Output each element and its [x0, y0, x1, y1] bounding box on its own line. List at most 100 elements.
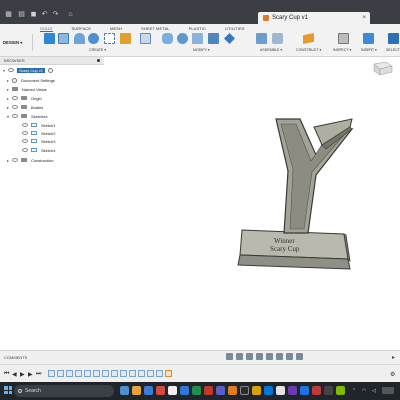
tree-item-sketch2[interactable]: Sketch2 [22, 129, 55, 137]
tab-solid[interactable]: SOLID [40, 24, 53, 32]
close-tab-icon[interactable]: × [362, 15, 366, 21]
assemble-group-label[interactable]: ASSEMBLE ▾ [260, 48, 282, 52]
visibility-icon[interactable] [22, 139, 28, 143]
timeline-first-icon[interactable]: ⏮ [4, 371, 9, 378]
new-component-icon[interactable] [44, 33, 55, 44]
timeline-play-icon[interactable]: ▶ [20, 371, 25, 378]
timeline-marker[interactable] [165, 370, 172, 377]
tree-item-named-views[interactable]: ▸ Named Views [7, 85, 47, 93]
tree-item-sketch4[interactable]: Sketch4 [22, 146, 55, 154]
fillet-icon[interactable] [177, 33, 188, 44]
calculator-icon[interactable] [324, 386, 333, 395]
home-icon[interactable]: ⌂ [66, 11, 75, 19]
modify-group-label[interactable]: MODIFY ▾ [193, 48, 210, 52]
tree-item-bodies[interactable]: ▸ Bodies [7, 103, 43, 111]
select-group-label[interactable]: SELECT [386, 48, 400, 52]
visibility-icon[interactable] [12, 158, 18, 162]
taskbar-search[interactable]: Search [14, 385, 114, 397]
task-view-icon[interactable] [120, 386, 129, 395]
fit-icon[interactable] [266, 353, 273, 360]
timeline-feature[interactable] [111, 370, 118, 377]
chrome-icon[interactable] [276, 386, 285, 395]
tab-sheet-metal[interactable]: SHEET METAL [141, 24, 170, 32]
viewports-icon[interactable] [296, 353, 303, 360]
construct-group-label[interactable]: CONSTRUCT ▾ [296, 48, 321, 52]
chamfer-icon[interactable] [192, 33, 203, 44]
undo-icon[interactable]: ↶ [40, 11, 49, 19]
system-tray-chevron-icon[interactable]: ⌃ [352, 388, 356, 394]
inspect-group-label[interactable]: INSPECT ▾ [333, 48, 351, 52]
comments-collapse-icon[interactable]: ▸ [392, 354, 395, 361]
new-component-assemble-icon[interactable] [256, 33, 267, 44]
comments-label[interactable]: COMMENTS [4, 355, 27, 360]
terminal-icon[interactable] [240, 386, 249, 395]
timeline-settings-icon[interactable]: ⚙ [390, 371, 395, 378]
visibility-icon[interactable] [22, 131, 28, 135]
visibility-icon[interactable] [12, 114, 18, 118]
move-copy-icon[interactable] [224, 33, 235, 44]
grid-settings-icon[interactable] [286, 353, 293, 360]
trophy-model[interactable]: Winner Scary Cup [104, 57, 400, 350]
timeline-feature[interactable] [147, 370, 154, 377]
visibility-icon[interactable] [22, 123, 28, 127]
fusion-app-icon[interactable] [228, 386, 237, 395]
sticky-notes-icon[interactable] [252, 386, 261, 395]
target-icon[interactable] [48, 67, 54, 73]
pattern-icon[interactable] [120, 33, 131, 44]
timeline-prev-icon[interactable]: ◀ [12, 371, 17, 378]
windows-start-icon[interactable] [4, 386, 12, 394]
orbit-icon[interactable] [226, 353, 233, 360]
visibility-icon[interactable] [12, 96, 18, 100]
revolve-icon[interactable] [88, 33, 99, 44]
tab-plastic[interactable]: PLASTIC [189, 24, 206, 32]
store-icon[interactable] [168, 386, 177, 395]
onenote-icon[interactable] [288, 386, 297, 395]
hole-icon[interactable] [104, 33, 115, 44]
visibility-icon[interactable] [8, 68, 14, 72]
workspace-switcher[interactable]: DESIGN ▾ [3, 34, 33, 51]
word-icon[interactable] [180, 386, 189, 395]
look-at-icon[interactable] [236, 353, 243, 360]
joint-icon[interactable] [272, 33, 283, 44]
timeline-feature[interactable] [120, 370, 127, 377]
tree-item-sketch1[interactable]: Sketch1 [22, 121, 55, 129]
tree-item-sketch3[interactable]: Sketch3 [22, 137, 55, 145]
timeline-feature[interactable] [84, 370, 91, 377]
edge-icon[interactable] [144, 386, 153, 395]
tree-item-document-settings[interactable]: ▸ Document Settings [7, 76, 55, 84]
insert-image-icon[interactable] [363, 33, 374, 44]
acrobat-icon[interactable] [312, 386, 321, 395]
extrude-icon[interactable] [74, 33, 85, 44]
pan-icon[interactable] [246, 353, 253, 360]
timeline-feature[interactable] [57, 370, 64, 377]
insert-group-label[interactable]: INSERT ▾ [361, 48, 377, 52]
tree-item-sketches[interactable]: ▾ Sketches [7, 112, 47, 120]
wifi-icon[interactable]: ◠ [362, 388, 366, 394]
file-explorer-icon[interactable] [132, 386, 141, 395]
display-settings-icon[interactable] [276, 353, 283, 360]
offset-plane-icon[interactable] [303, 33, 314, 44]
press-pull-icon[interactable] [162, 33, 173, 44]
timeline-feature[interactable] [102, 370, 109, 377]
timeline-feature[interactable] [156, 370, 163, 377]
tab-surface[interactable]: SURFACE [72, 24, 92, 32]
photos-icon[interactable] [300, 386, 309, 395]
app-grid-icon[interactable]: ▦ [4, 11, 13, 19]
mail-icon[interactable] [156, 386, 165, 395]
volume-icon[interactable]: ◁ [372, 388, 376, 394]
3d-viewport[interactable]: Winner Scary Cup [104, 57, 400, 350]
timeline-feature[interactable] [48, 370, 55, 377]
zoom-icon[interactable] [256, 353, 263, 360]
tree-root[interactable]: ▾ Scary Cup v1 [3, 66, 54, 74]
settings-app-icon[interactable] [264, 386, 273, 395]
save-icon[interactable]: ◼ [29, 11, 38, 19]
tab-mesh[interactable]: MESH [110, 24, 122, 32]
xbox-icon[interactable] [336, 386, 345, 395]
powerpoint-icon[interactable] [204, 386, 213, 395]
tree-item-construction[interactable]: ▸ Construction [7, 156, 53, 164]
redo-icon[interactable]: ↷ [51, 11, 60, 19]
timeline-feature[interactable] [138, 370, 145, 377]
measure-icon[interactable] [338, 33, 349, 44]
timeline-next-icon[interactable]: ▶ [28, 371, 33, 378]
visibility-icon[interactable] [22, 148, 28, 152]
